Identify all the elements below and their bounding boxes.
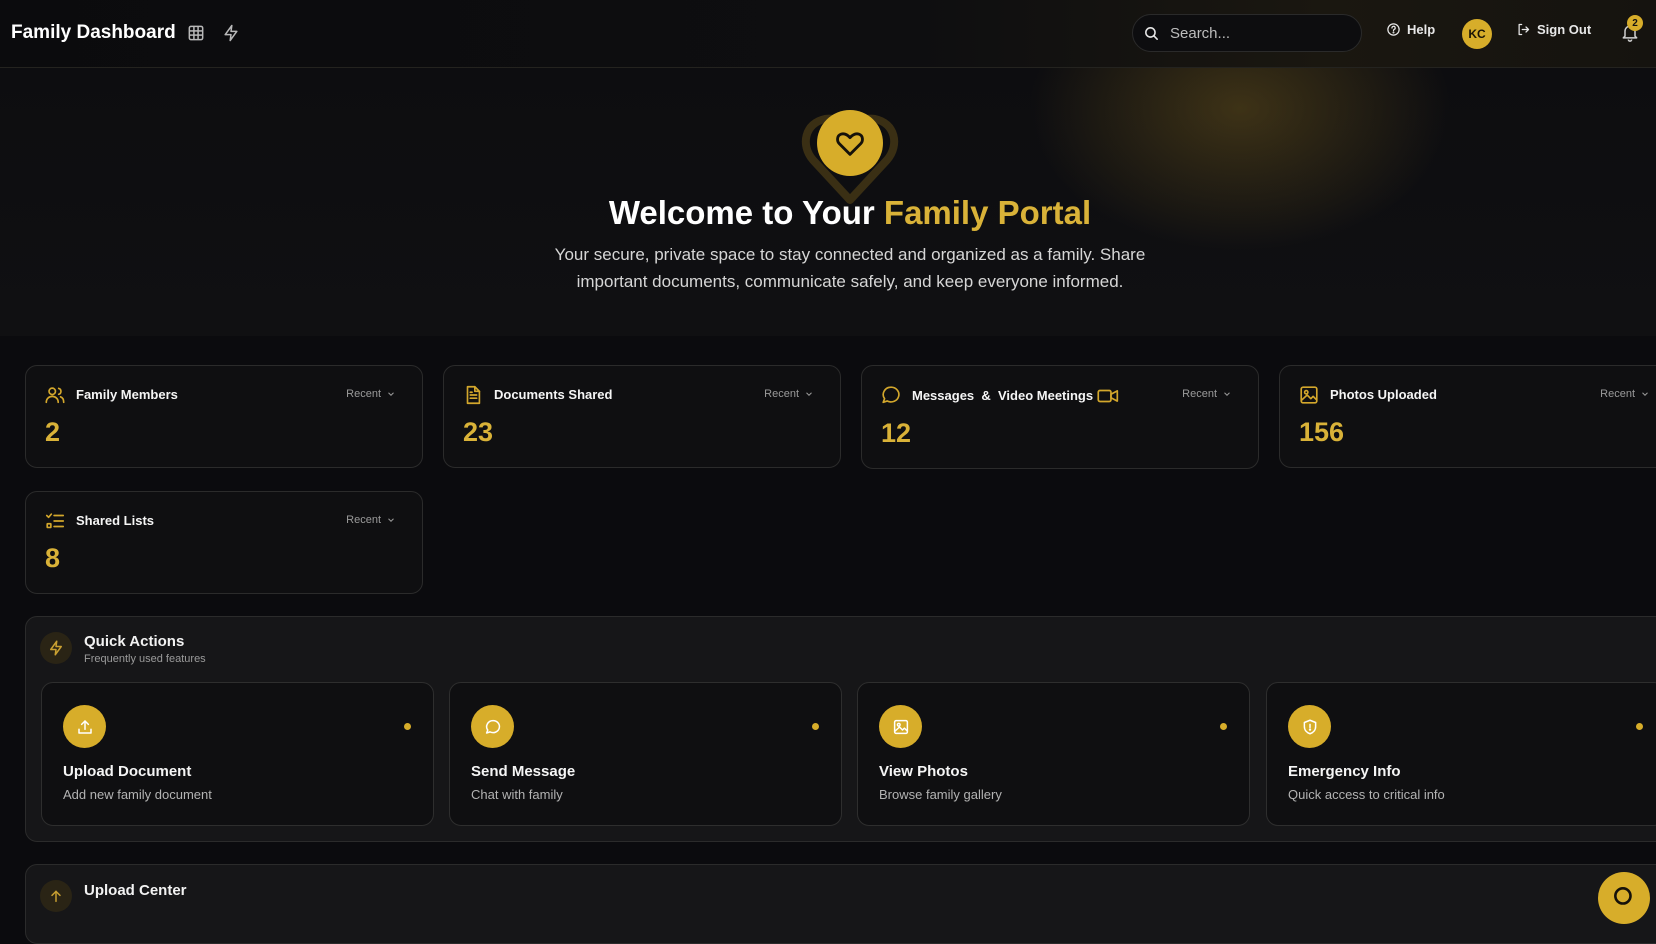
- list-icon: [44, 510, 66, 532]
- status-dot: [812, 723, 819, 730]
- quick-action-view-photos[interactable]: View Photos Browse family gallery: [857, 682, 1250, 826]
- stat-card-documents-shared[interactable]: Documents Shared Recent 23: [443, 365, 841, 468]
- status-dot: [404, 723, 411, 730]
- stat-title: Shared Lists: [76, 513, 155, 528]
- hero-title-main: Welcome to Your: [608, 194, 884, 231]
- upload-center-panel: [25, 864, 1656, 944]
- quick-action-description: Browse family gallery: [879, 787, 1002, 802]
- stat-title: Documents Shared: [494, 387, 613, 402]
- notification-badge: 2: [1627, 15, 1643, 31]
- stat-title: Messages & Video Meetings: [912, 388, 1119, 404]
- grid-icon[interactable]: [186, 23, 206, 43]
- stat-card-family-members[interactable]: Family Members Recent 2: [25, 365, 423, 468]
- stat-value: 23: [463, 417, 494, 447]
- quick-action-label: Send Message: [471, 763, 576, 780]
- quick-action-description: Add new family document: [63, 787, 212, 802]
- video-camera-icon: [1097, 388, 1119, 404]
- stat-filter-dropdown[interactable]: Recent: [764, 388, 814, 400]
- chat-icon: [471, 705, 514, 748]
- photo-icon: [879, 705, 922, 748]
- search-input[interactable]: [1170, 24, 1340, 42]
- stat-filter-label: Recent: [1600, 388, 1635, 400]
- lightning-icon[interactable]: [221, 23, 241, 43]
- stat-filter-label: Recent: [764, 388, 799, 400]
- quick-action-description: Quick access to critical info: [1288, 787, 1445, 802]
- users-icon: [44, 384, 66, 406]
- message-icon: [880, 384, 902, 406]
- sign-out-button[interactable]: Sign Out: [1516, 22, 1591, 37]
- heart-icon: [833, 126, 867, 160]
- hero-subtitle: Your secure, private space to stay conne…: [554, 245, 1146, 291]
- status-dot: [1220, 723, 1227, 730]
- stat-filter-dropdown[interactable]: Recent: [346, 514, 396, 526]
- quick-action-label: Upload Document: [63, 763, 192, 780]
- logout-icon: [1516, 22, 1531, 37]
- quick-action-upload-document[interactable]: Upload Document Add new family document: [41, 682, 434, 826]
- stat-card-photos-uploaded[interactable]: Photos Uploaded Recent 156: [1279, 365, 1656, 468]
- stat-value: 156: [1299, 417, 1345, 447]
- stat-filter-label: Recent: [1182, 388, 1217, 400]
- stat-card-shared-lists[interactable]: Shared Lists Recent 8: [25, 491, 423, 594]
- stat-value: 12: [881, 418, 912, 448]
- sign-out-label: Sign Out: [1537, 22, 1592, 37]
- image-icon: [1298, 384, 1320, 406]
- top-navigation-bar: Family Dashboard Help KC: [0, 0, 1656, 68]
- quick-action-label: View Photos: [879, 763, 968, 780]
- chevron-down-icon: [386, 515, 396, 525]
- hero-heart-badge: [817, 110, 883, 176]
- floating-search-button[interactable]: [1598, 872, 1650, 924]
- quick-action-description: Chat with family: [471, 787, 563, 802]
- quick-action-send-message[interactable]: Send Message Chat with family: [449, 682, 842, 826]
- search-icon: [1143, 25, 1160, 42]
- app-title: Family Dashboard: [11, 22, 176, 43]
- chevron-down-icon: [1640, 389, 1650, 399]
- stat-value: 2: [45, 417, 61, 447]
- stat-filter-label: Recent: [346, 388, 381, 400]
- search-box[interactable]: [1132, 14, 1362, 52]
- upload-icon: [63, 705, 106, 748]
- stat-filter-dropdown[interactable]: Recent: [1182, 388, 1232, 400]
- stat-title: Family Members: [76, 387, 178, 402]
- help-label: Help: [1407, 22, 1436, 37]
- quick-action-label: Emergency Info: [1288, 763, 1401, 780]
- chevron-down-icon: [804, 389, 814, 399]
- arrow-up-icon: [40, 880, 72, 912]
- chevron-down-icon: [1222, 389, 1232, 399]
- help-button[interactable]: Help: [1386, 22, 1435, 37]
- lightning-icon: [40, 632, 72, 664]
- hero-title-accent: Family Portal: [883, 194, 1092, 231]
- document-icon: [462, 384, 484, 406]
- stat-value: 8: [45, 543, 61, 573]
- status-dot: [1636, 723, 1643, 730]
- stat-filter-dropdown[interactable]: Recent: [1600, 388, 1650, 400]
- quick-action-emergency-info[interactable]: Emergency Info Quick access to critical …: [1266, 682, 1656, 826]
- chevron-down-icon: [386, 389, 396, 399]
- stat-filter-label: Recent: [346, 514, 381, 526]
- stat-card-messages-video[interactable]: Messages & Video Meetings Recent 12: [861, 365, 1259, 469]
- upload-center-title: Upload Center: [84, 882, 187, 899]
- quick-actions-title: Quick Actions: [84, 633, 185, 650]
- help-circle-icon: [1386, 22, 1401, 37]
- stat-filter-dropdown[interactable]: Recent: [346, 388, 396, 400]
- search-icon: [1611, 884, 1637, 910]
- user-avatar[interactable]: KC: [1462, 19, 1492, 49]
- stat-title: Photos Uploaded: [1330, 387, 1437, 402]
- stat-title-text: Messages & Video Meetings: [912, 388, 1094, 403]
- hero-title: Welcome to Your Family Portal: [0, 194, 1656, 232]
- quick-actions-subtitle: Frequently used features: [84, 653, 206, 665]
- shield-icon: [1288, 705, 1331, 748]
